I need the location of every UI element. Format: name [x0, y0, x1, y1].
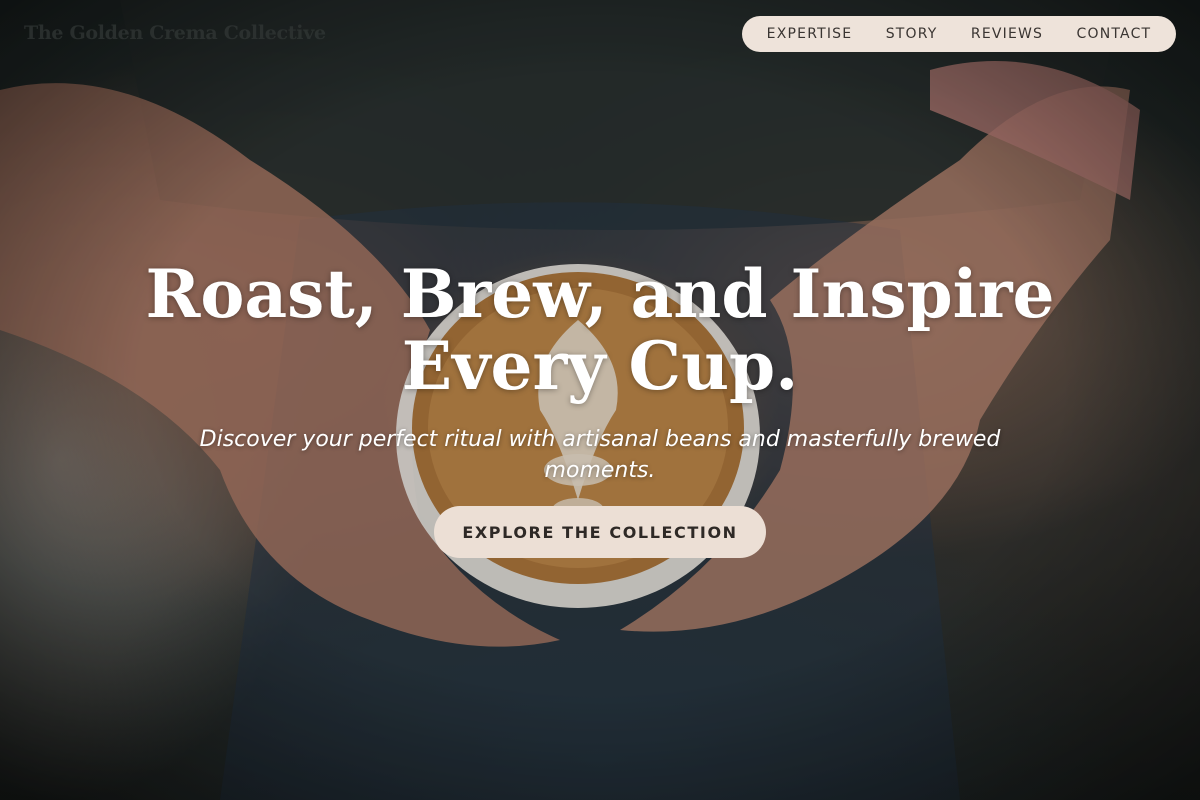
hero-headline: Roast, Brew, and Inspire Every Cup. [100, 258, 1100, 402]
hero-headline-line-2: Every Cup. [401, 327, 799, 405]
main-nav: EXPERTISE STORY REVIEWS CONTACT [742, 16, 1176, 52]
hero-headline-line-1: Roast, Brew, and Inspire [145, 255, 1055, 333]
nav-item-expertise[interactable]: EXPERTISE [767, 26, 853, 42]
hero-section: The Golden Crema Collective EXPERTISE ST… [0, 0, 1200, 800]
nav-item-story[interactable]: STORY [886, 26, 938, 42]
hero-subtitle: Discover your perfect ritual with artisa… [199, 427, 1001, 483]
nav-item-contact[interactable]: CONTACT [1077, 26, 1152, 42]
explore-collection-button[interactable]: EXPLORE THE COLLECTION [434, 506, 766, 558]
brand-logo[interactable]: The Golden Crema Collective [24, 22, 326, 44]
nav-item-reviews[interactable]: REVIEWS [971, 26, 1043, 42]
